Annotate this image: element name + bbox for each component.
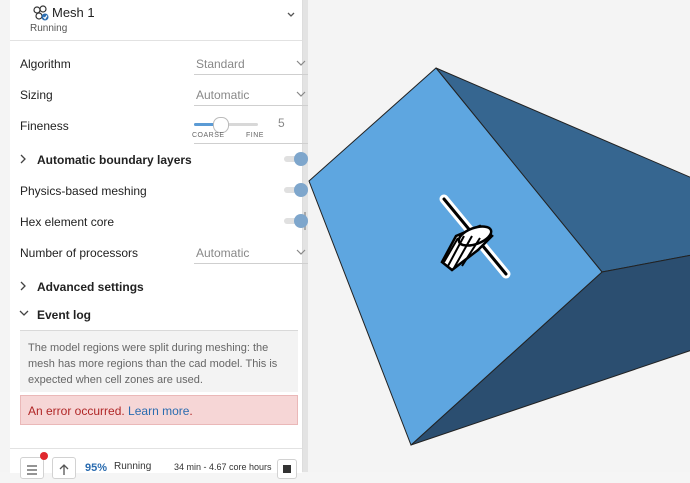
toggle-knob <box>294 152 308 166</box>
sizing-label: Sizing <box>20 88 53 102</box>
notification-dot <box>40 452 48 460</box>
slider-handle[interactable] <box>212 117 229 133</box>
physics-meshing-label: Physics-based meshing <box>20 184 147 198</box>
processors-select[interactable]: Automatic <box>194 241 308 264</box>
slider-min-label: COARSE <box>192 132 225 139</box>
chevron-right-icon[interactable] <box>18 280 28 292</box>
fineness-value: 5 <box>278 116 285 130</box>
mesh-status: Running <box>30 23 68 34</box>
run-status: Running <box>114 461 152 472</box>
error-banner: An error occurred. Learn more. <box>20 395 298 425</box>
algorithm-label: Algorithm <box>20 57 71 71</box>
fineness-label: Fineness <box>20 119 69 133</box>
advanced-settings-row[interactable]: Advanced settings <box>20 275 300 299</box>
scroll-up-button[interactable] <box>52 457 76 479</box>
chevron-right-icon[interactable] <box>18 153 28 165</box>
fineness-slider[interactable]: 5 COARSE FINE <box>192 114 310 144</box>
list-icon <box>27 465 37 475</box>
stop-button[interactable] <box>277 459 297 479</box>
log-list-button[interactable] <box>20 457 44 479</box>
chevron-down-icon[interactable] <box>286 10 296 20</box>
slider-max-label: FINE <box>246 132 264 139</box>
slider-underline <box>194 143 308 144</box>
error-end: . <box>189 404 193 418</box>
sizing-row: Sizing Automatic <box>20 83 308 107</box>
mesh-header[interactable]: Mesh 1 Running <box>10 0 302 41</box>
arrow-up-icon <box>59 464 69 475</box>
boundary-layers-toggle[interactable] <box>284 152 308 166</box>
mesh-settings-panel: Mesh 1 Running Algorithm Standard Sizing… <box>10 0 308 479</box>
toggle-knob <box>294 183 308 197</box>
processors-label: Number of processors <box>20 246 139 260</box>
chevron-down-icon <box>296 60 306 66</box>
physics-meshing-row: Physics-based meshing <box>20 179 308 203</box>
boundary-layers-label: Automatic boundary layers <box>37 153 192 167</box>
event-log-message: The model regions were split during mesh… <box>20 330 298 392</box>
toggle-knob <box>294 214 308 228</box>
hex-core-label: Hex element core <box>20 215 115 229</box>
status-footer: 95% Running 34 min - 4.67 core hours <box>10 448 302 479</box>
boundary-layers-row[interactable]: Automatic boundary layers <box>18 148 308 172</box>
chevron-down-icon[interactable] <box>18 308 30 318</box>
processors-row: Number of processors Automatic <box>20 241 308 265</box>
chevron-down-icon <box>296 91 306 97</box>
algorithm-row: Algorithm Standard <box>20 52 308 76</box>
mesh-title: Mesh 1 <box>52 5 95 20</box>
chevron-down-icon <box>296 249 306 255</box>
processors-value: Automatic <box>196 246 250 260</box>
algorithm-select[interactable]: Standard <box>194 52 308 75</box>
learn-more-link[interactable]: Learn more <box>128 404 189 418</box>
advanced-settings-label: Advanced settings <box>37 280 144 294</box>
error-text: An error occurred. <box>28 404 125 418</box>
hex-core-toggle[interactable] <box>284 214 308 228</box>
hex-core-row: Hex element core <box>20 210 308 234</box>
sizing-value: Automatic <box>196 88 250 102</box>
algorithm-value: Standard <box>196 57 245 71</box>
sizing-select[interactable]: Automatic <box>194 83 308 106</box>
run-time: 34 min - 4.67 core hours <box>174 462 272 472</box>
fineness-row: Fineness 5 COARSE FINE <box>20 114 308 146</box>
event-log-row[interactable]: Event log <box>18 303 300 327</box>
physics-meshing-toggle[interactable] <box>284 183 308 197</box>
mesh-icon <box>33 5 49 21</box>
event-log-label: Event log <box>37 308 92 322</box>
progress-percent: 95% <box>85 462 108 474</box>
